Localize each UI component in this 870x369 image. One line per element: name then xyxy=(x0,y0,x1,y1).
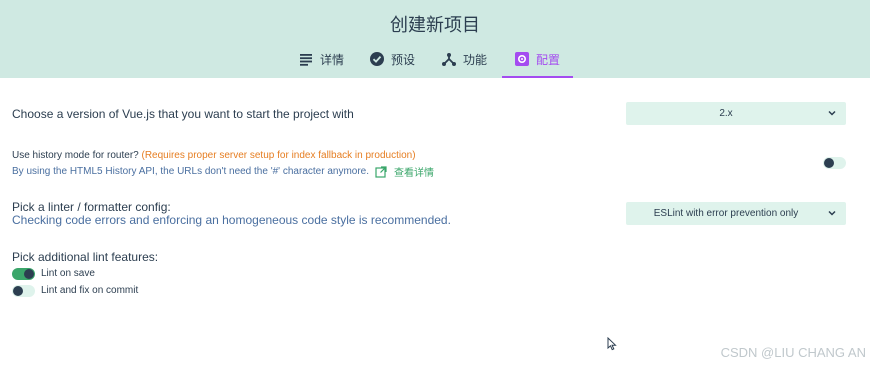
tab-config-label: 配置 xyxy=(536,53,561,67)
chevron-down-icon xyxy=(828,209,836,217)
vue-version-label: Choose a version of Vue.js that you want… xyxy=(12,107,354,121)
history-mode-description: By using the HTML5 History API, the URLs… xyxy=(12,164,434,179)
history-mode-label: Use history mode for router? (Requires p… xyxy=(12,150,416,161)
tab-presets-label: 预设 xyxy=(391,53,416,67)
lint-on-save-toggle[interactable] xyxy=(12,268,35,280)
header: 创建新项目 详情 预设 功能 配置 xyxy=(0,0,870,78)
tab-features[interactable]: 功能 xyxy=(441,51,491,78)
watermark: CSDN @LIU CHANG AN xyxy=(720,345,866,360)
history-mode-question: Use history mode for router? xyxy=(12,150,139,161)
vue-version-select[interactable]: 2.x xyxy=(626,102,846,125)
lint-fix-commit-label: Lint and fix on commit xyxy=(41,285,139,296)
settings-icon xyxy=(514,51,530,67)
tab-details[interactable]: 详情 xyxy=(298,51,348,78)
tab-features-label: 功能 xyxy=(463,53,488,67)
tab-presets[interactable]: 预设 xyxy=(369,51,419,78)
lint-fix-commit-toggle[interactable] xyxy=(12,285,35,297)
linter-select[interactable]: ESLint with error prevention only xyxy=(626,202,846,225)
vue-version-value: 2.x xyxy=(719,108,733,119)
tab-bar: 详情 预设 功能 配置 xyxy=(0,51,870,78)
fork-icon xyxy=(441,51,457,67)
mouse-cursor-icon xyxy=(607,336,617,356)
history-mode-warning: (Requires proper server setup for index … xyxy=(141,150,416,161)
chevron-down-icon xyxy=(828,109,836,117)
list-icon xyxy=(298,51,314,67)
page-title: 创建新项目 xyxy=(390,15,480,36)
linter-label: Pick a linter / formatter config: xyxy=(12,200,171,214)
linter-value: ESLint with error prevention only xyxy=(653,208,799,219)
tab-details-label: 详情 xyxy=(320,53,345,67)
toggle-knob xyxy=(13,286,23,296)
toggle-knob xyxy=(24,269,34,279)
linter-description: Checking code errors and enforcing an ho… xyxy=(12,213,451,227)
lint-on-save-label: Lint on save xyxy=(41,268,95,279)
external-link-icon[interactable] xyxy=(375,165,387,178)
lint-features-label: Pick additional lint features: xyxy=(12,250,159,264)
check-circle-icon xyxy=(369,51,385,67)
history-mode-more-link[interactable]: 查看详情 xyxy=(394,164,434,179)
history-mode-toggle[interactable] xyxy=(823,157,846,169)
history-mode-description-text: By using the HTML5 History API, the URLs… xyxy=(12,166,370,177)
tab-config[interactable]: 配置 xyxy=(502,51,573,78)
toggle-knob xyxy=(824,158,834,168)
